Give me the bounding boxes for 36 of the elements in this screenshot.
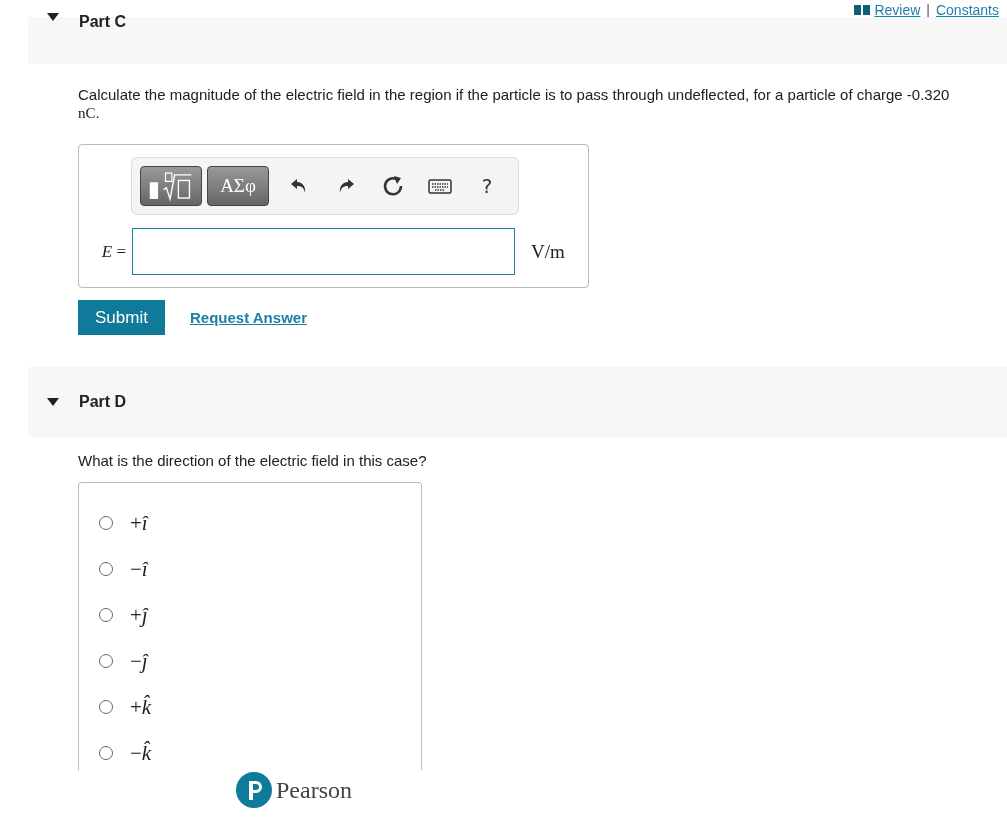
request-answer-link[interactable]: Request Answer <box>190 309 307 326</box>
keyboard-icon <box>428 178 452 194</box>
undo-icon <box>290 178 308 194</box>
reset-icon <box>382 175 404 197</box>
option-label[interactable]: +ĵ <box>127 600 151 629</box>
question-text: What is the direction of the electric field in this case? <box>78 452 428 469</box>
question-text: Calculate the magnitude of the electric field in the region if the particle is to pass through undeflected, for a particle of charge -0.320 nC. <box>78 86 951 122</box>
radio-button[interactable] <box>99 607 113 622</box>
option-label[interactable]: +î <box>127 508 151 537</box>
part-title[interactable]: Part C <box>79 13 127 31</box>
radio-button[interactable] <box>99 561 113 576</box>
expanded-caret-icon[interactable] <box>47 398 59 406</box>
option-label[interactable]: −ĵ <box>127 646 151 675</box>
radio-button[interactable] <box>99 515 113 530</box>
variable-label: E = <box>100 241 127 262</box>
separator: | <box>926 3 930 17</box>
part-title[interactable]: Part D <box>79 393 127 411</box>
option-label[interactable]: −k̂ <box>127 738 155 767</box>
unit-label: V/m <box>531 240 565 263</box>
expanded-caret-icon[interactable] <box>47 13 59 21</box>
option-label[interactable]: +k̂ <box>127 692 155 721</box>
redo-icon <box>337 178 355 194</box>
book-icon <box>854 5 871 15</box>
radio-button[interactable] <box>99 699 113 714</box>
templates-button[interactable] <box>140 166 202 206</box>
symbols-button[interactable]: ΑΣφ <box>207 166 269 206</box>
help-button[interactable]: ? <box>465 174 509 198</box>
review-link[interactable]: Review <box>854 3 921 17</box>
radio-button[interactable] <box>99 745 113 760</box>
answer-field[interactable] <box>132 228 515 275</box>
option-label[interactable]: −î <box>127 554 151 583</box>
constants-link[interactable]: Constants <box>935 3 999 17</box>
submit-button[interactable]: Submit <box>78 300 165 335</box>
brand-name: Pearson <box>276 776 352 804</box>
logo-icon <box>236 772 272 808</box>
radio-button[interactable] <box>99 653 113 668</box>
